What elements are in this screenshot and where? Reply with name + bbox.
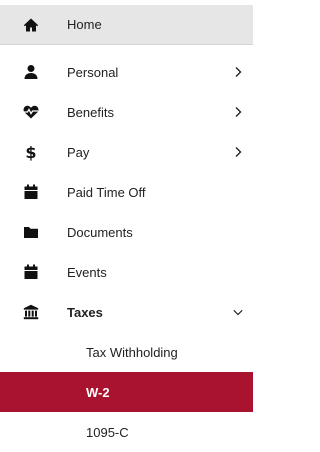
subnav-item-tax-withholding[interactable]: Tax Withholding: [0, 332, 253, 372]
nav-item-home[interactable]: Home: [0, 5, 253, 45]
nav-item-paid-time-off[interactable]: Paid Time Off: [0, 172, 253, 212]
nav-item-pay[interactable]: $ Pay: [0, 132, 253, 172]
nav-item-documents[interactable]: Documents: [0, 212, 253, 252]
nav-item-label: Benefits: [67, 104, 114, 120]
chevron-right-icon: [233, 106, 243, 118]
nav-item-personal[interactable]: Personal: [0, 52, 253, 92]
nav-item-label: Documents: [67, 224, 133, 240]
nav-item-label: Events: [67, 264, 107, 280]
nav-item-label: Pay: [67, 144, 90, 160]
folder-icon: [22, 223, 40, 241]
nav-item-events[interactable]: Events: [0, 252, 253, 292]
subnav-item-1095c[interactable]: 1095-C: [0, 412, 253, 452]
person-icon: [22, 63, 40, 81]
dollar-icon: $: [25, 142, 37, 162]
nav-item-label: Home: [67, 17, 102, 32]
nav-item-label: Paid Time Off: [67, 184, 146, 200]
nav-item-benefits[interactable]: Benefits: [0, 92, 253, 132]
subnav-item-label: Tax Withholding: [86, 344, 178, 360]
heartbeat-icon: [22, 103, 40, 121]
nav-item-label: Personal: [67, 64, 119, 80]
home-icon: [22, 16, 40, 34]
chevron-down-icon: [233, 306, 243, 318]
chevron-right-icon: [233, 66, 243, 78]
nav-item-label: Taxes: [67, 304, 103, 320]
calendar-icon: [22, 263, 40, 281]
bank-icon: [22, 303, 40, 321]
subnav-item-label: 1095-C: [86, 424, 129, 440]
subnav-item-label: W-2: [86, 384, 110, 400]
nav-item-taxes[interactable]: Taxes: [0, 292, 253, 332]
chevron-right-icon: [233, 146, 243, 158]
side-navigation: Home Personal Benefits $ Pay Paid Time O…: [0, 0, 253, 440]
calendar-icon: [22, 183, 40, 201]
subnav-item-w2[interactable]: W-2: [0, 372, 253, 412]
